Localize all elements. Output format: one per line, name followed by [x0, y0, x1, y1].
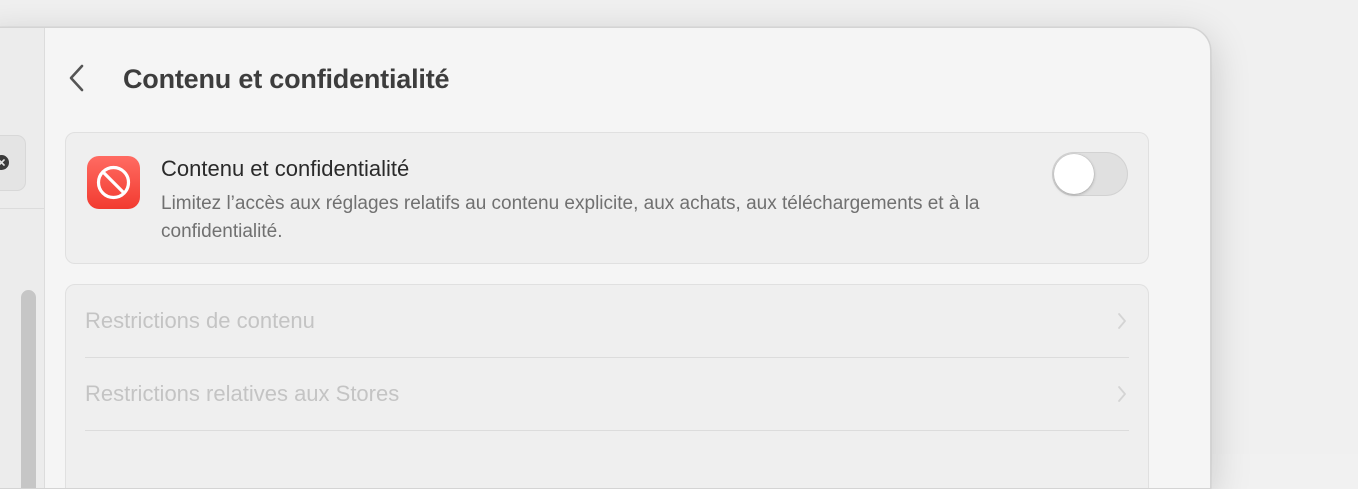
settings-window: Contenu et confidentialité Contenu et co…	[0, 27, 1211, 489]
list-item-label: Restrictions relatives aux Stores	[85, 381, 400, 406]
sidebar	[0, 28, 45, 488]
content-privacy-description: Limitez l’accès aux réglages relatifs au…	[161, 193, 980, 242]
list-item-store-restrictions[interactable]: Restrictions relatives aux Stores	[66, 358, 1148, 430]
restrictions-list: Restrictions de contenu Restrictions rel…	[65, 284, 1149, 488]
row-separator	[85, 430, 1129, 431]
chevron-right-icon	[1118, 386, 1126, 402]
sidebar-divider	[0, 208, 44, 209]
chevron-left-icon	[69, 64, 84, 92]
content-privacy-toggle[interactable]	[1052, 152, 1128, 196]
sidebar-scrollbar[interactable]	[21, 290, 36, 488]
content-privacy-title: Contenu et confidentialité	[161, 156, 410, 181]
clear-icon[interactable]	[0, 155, 9, 170]
toggle-knob	[1054, 154, 1094, 194]
list-item-content-restrictions[interactable]: Restrictions de contenu	[66, 285, 1148, 357]
content-privacy-card: Contenu et confidentialité Limitez l’acc…	[65, 132, 1149, 264]
list-item-label: Restrictions de contenu	[85, 308, 315, 333]
settings-content: Contenu et confidentialité Contenu et co…	[45, 28, 1210, 488]
page-title: Contenu et confidentialité	[123, 64, 450, 94]
back-button[interactable]	[65, 62, 89, 94]
sidebar-search-field[interactable]	[0, 135, 26, 191]
no-entry-icon	[87, 156, 140, 209]
desktop-background: Contenu et confidentialité Contenu et co…	[0, 0, 1358, 489]
chevron-right-icon	[1118, 313, 1126, 329]
